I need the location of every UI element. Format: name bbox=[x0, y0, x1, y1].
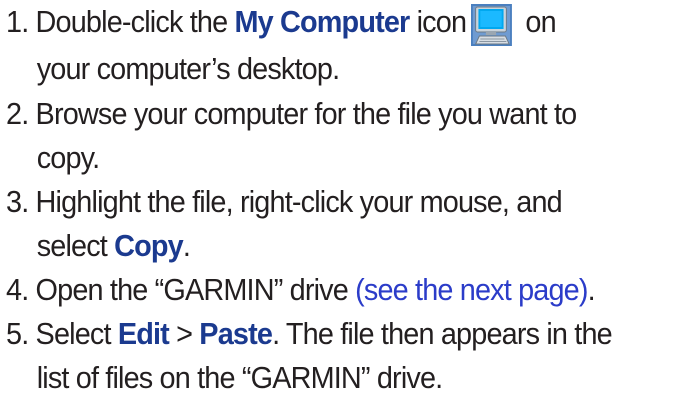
step-3-line-1: Highlight the file, right-click your mou… bbox=[35, 184, 563, 219]
step-1-text-icon: icon bbox=[409, 4, 467, 39]
next-page-link[interactable]: (see the next page) bbox=[355, 272, 588, 307]
step-4-text-start: Open the “GARMIN” drive bbox=[35, 272, 356, 307]
step-5-line-2: list of files on the “GARMIN” drive. bbox=[36, 360, 443, 395]
step-2-line-1: Browse your computer for the file you wa… bbox=[35, 96, 578, 131]
step-4: 4. Open the “GARMIN” drive (see the next… bbox=[6, 268, 620, 312]
edit-menu-label: Edit bbox=[117, 316, 170, 351]
step-5-text-start: Select bbox=[35, 316, 118, 351]
step-5-text-end: . The file then appears in the bbox=[272, 316, 613, 351]
step-4-text-end: . bbox=[587, 272, 596, 307]
my-computer-label: My Computer bbox=[234, 4, 410, 39]
step-1-number: 1. bbox=[6, 4, 29, 39]
step-3-line-2-start: select bbox=[36, 228, 115, 263]
step-5: 5. Select Edit > Paste. The file then ap… bbox=[6, 312, 620, 400]
step-1-text-start: Double-click the bbox=[35, 4, 235, 39]
step-5-number: 5. bbox=[6, 316, 29, 351]
paste-command-label: Paste bbox=[199, 316, 273, 351]
my-computer-icon bbox=[470, 3, 513, 47]
step-2: 2. Browse your computer for the file you… bbox=[6, 92, 620, 180]
step-3-line-2-end: . bbox=[182, 228, 191, 263]
step-5-separator: > bbox=[168, 316, 200, 351]
step-3-number: 3. bbox=[6, 184, 29, 219]
step-3: 3. Highlight the file, right-click your … bbox=[6, 180, 620, 268]
step-2-number: 2. bbox=[6, 96, 29, 131]
step-3-line-2: select Copy. bbox=[6, 224, 620, 268]
step-1: 1. Double-click the My Computer icon on … bbox=[6, 0, 620, 91]
copy-command-label: Copy bbox=[114, 228, 184, 263]
step-4-number: 4. bbox=[6, 272, 29, 307]
step-1-line-2: your computer’s desktop. bbox=[36, 51, 340, 86]
step-1-text-end: on bbox=[518, 4, 556, 39]
step-2-line-2: copy. bbox=[36, 140, 100, 175]
